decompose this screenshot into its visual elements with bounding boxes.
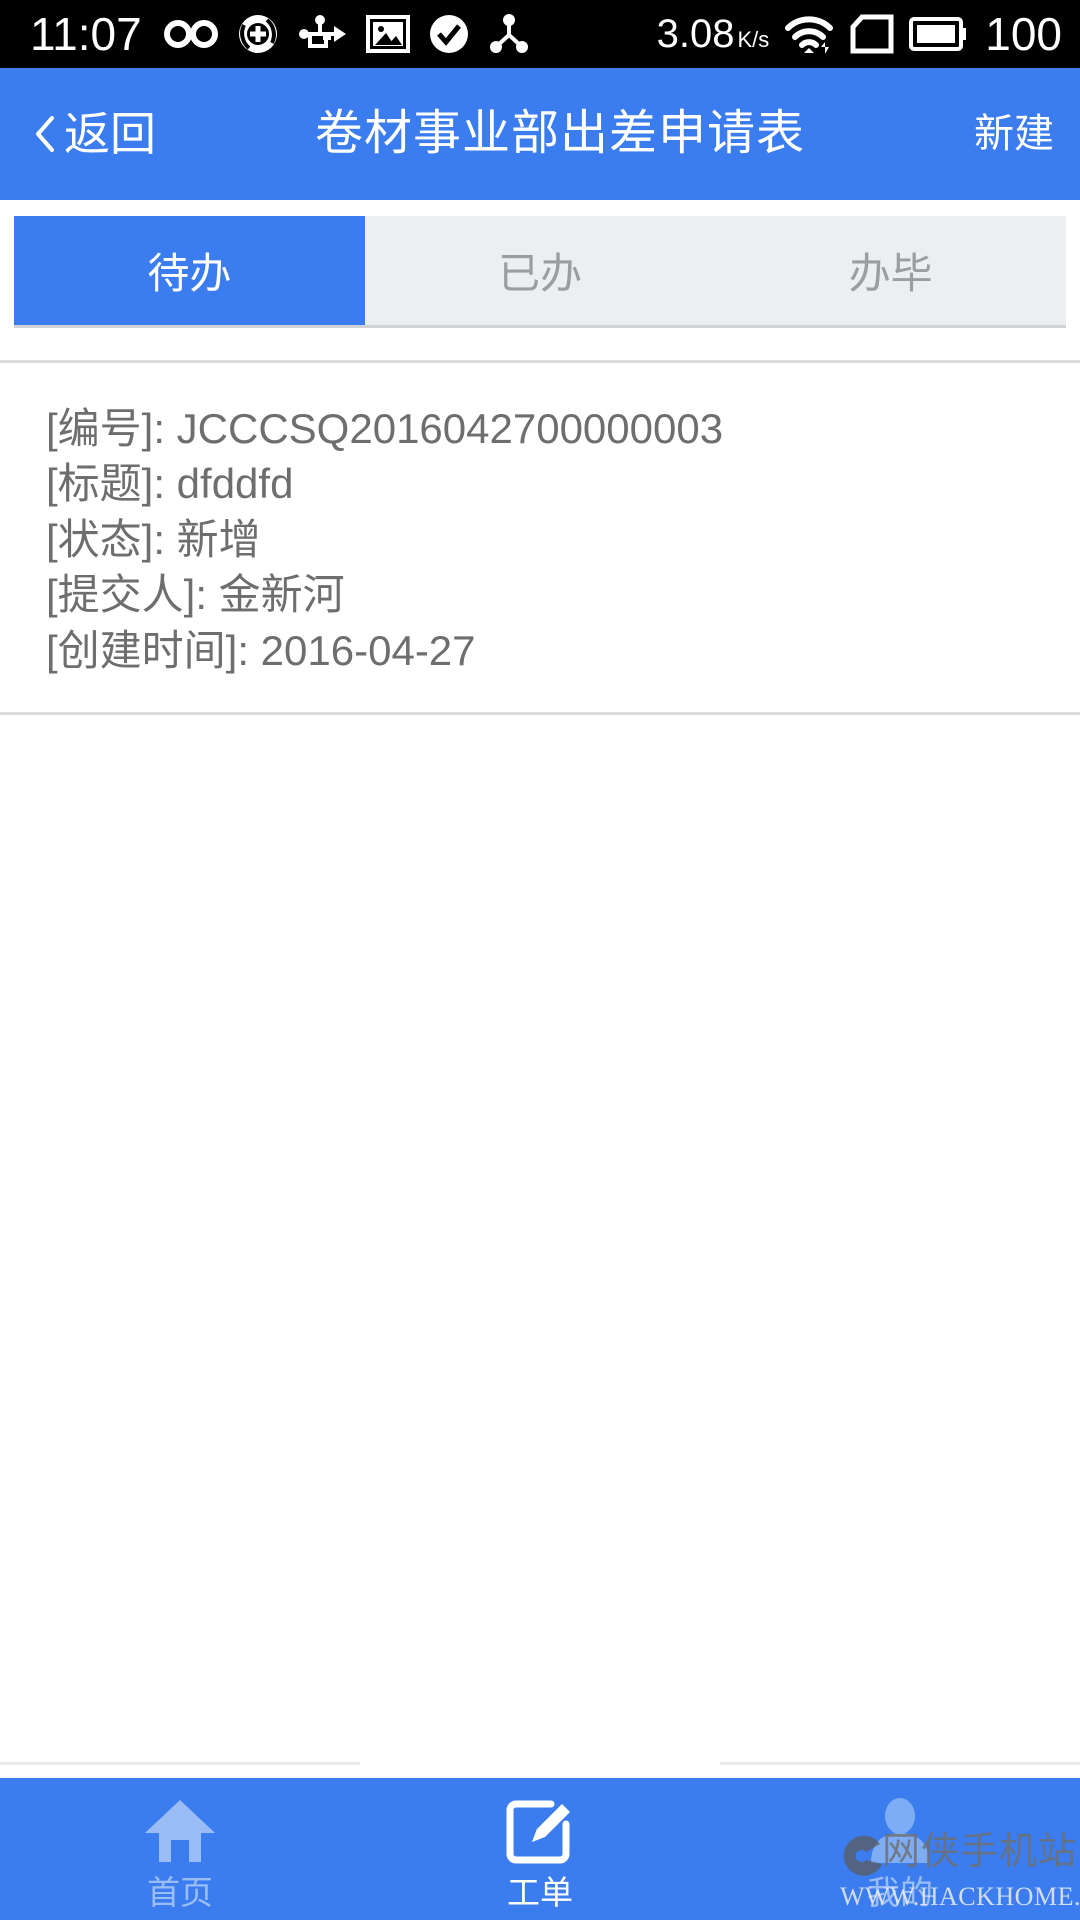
back-button-label: 返回	[64, 108, 156, 160]
record-list: [编号]: JCCCSQ2016042700000003 [标题]: dfddf…	[0, 328, 1080, 1762]
tab-bar: 待办 已办 办毕	[0, 216, 1080, 328]
tab-pending-label: 待办	[147, 250, 232, 297]
chevron-left-icon	[36, 116, 54, 152]
list-item[interactable]: [编号]: JCCCSQ2016042700000003 [标题]: dfddf…	[0, 363, 1080, 716]
network-speed-unit: K/s	[737, 27, 770, 52]
user-profile-icon	[871, 1797, 929, 1863]
status-bar: 11:07 3.08 K/s 100	[0, 0, 1080, 68]
record-created-time: [创建时间]: 2016-04-27	[46, 626, 476, 674]
record-submitter: [提交人]: 金新河	[46, 571, 345, 619]
status-bar-right-group: 3.08 K/s 100	[657, 11, 1062, 57]
nav-item-work-order-label: 工单	[507, 1873, 573, 1911]
tab-completed[interactable]: 办毕	[715, 216, 1066, 325]
nav-item-work-order[interactable]: 工单	[360, 1778, 720, 1920]
network-speed: 3.08 K/s	[657, 14, 770, 54]
sim-card-icon	[850, 14, 894, 54]
bottom-navigation: 首页 工单 我的	[0, 1778, 1080, 1920]
status-clock: 11:07	[30, 8, 142, 60]
bottom-nav-top-border	[0, 1762, 1080, 1765]
record-id: [编号]: JCCCSQ2016042700000003	[46, 405, 724, 452]
home-icon	[145, 1799, 215, 1862]
page-title: 卷材事业部出差申请表	[314, 107, 805, 160]
tab-processed-label: 已办	[498, 250, 583, 297]
status-bar-icon-group	[163, 12, 530, 56]
back-button[interactable]: 返回	[34, 111, 156, 157]
wifi-icon	[785, 16, 834, 54]
nav-item-home-label: 首页	[147, 1873, 213, 1911]
nav-item-profile-label: 我的	[867, 1873, 933, 1911]
new-button[interactable]: 新建	[974, 114, 1054, 154]
tab-processed[interactable]: 已办	[365, 216, 716, 325]
tab-pending[interactable]: 待办	[14, 216, 365, 325]
check-circle-icon	[429, 15, 468, 53]
health-plus-icon	[238, 15, 277, 53]
nav-item-home[interactable]: 首页	[0, 1778, 360, 1920]
work-order-edit-icon	[506, 1800, 570, 1863]
record-title: [标题]: dfddfd	[46, 460, 294, 508]
share-network-icon	[489, 14, 528, 53]
tab-completed-label: 办毕	[848, 250, 933, 297]
app-header: 返回 卷材事业部出差申请表 新建	[0, 68, 1080, 200]
screenshot-image-icon	[365, 15, 410, 53]
nav-item-profile[interactable]: 我的	[720, 1778, 1080, 1920]
network-speed-value: 3.08	[656, 12, 735, 56]
record-status: [状态]: 新增	[46, 515, 261, 563]
battery-icon	[909, 17, 967, 51]
infinity-icon	[163, 20, 218, 48]
usb-icon	[298, 15, 346, 48]
battery-percentage: 100	[985, 8, 1062, 60]
